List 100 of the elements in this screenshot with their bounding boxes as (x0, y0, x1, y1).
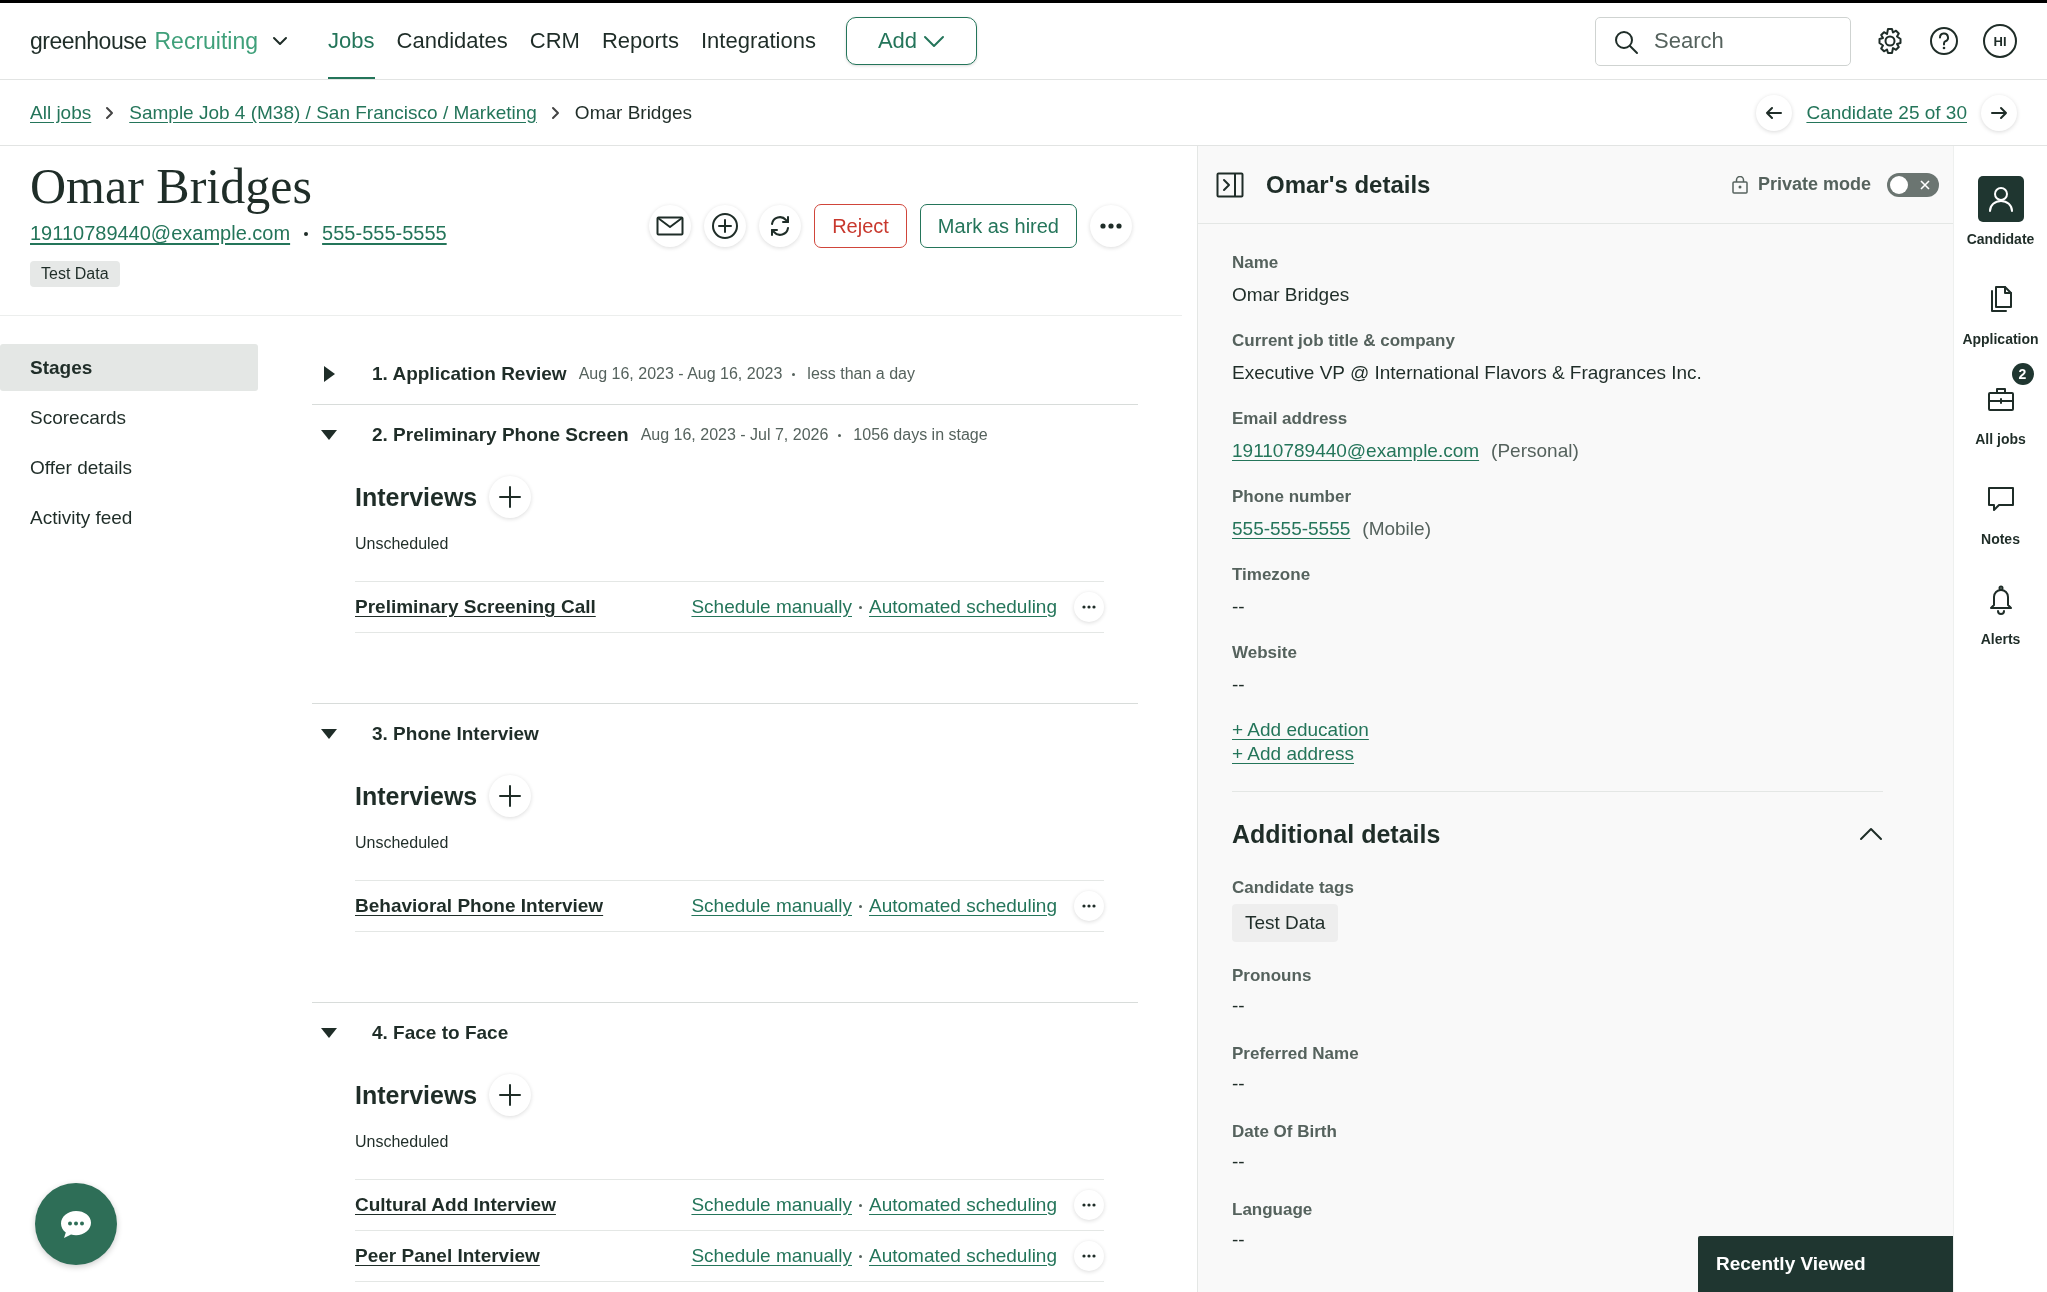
product-logo[interactable]: greenhouse Recruiting (30, 27, 289, 55)
separator-dot (838, 433, 842, 437)
nav-link[interactable]: Jobs (328, 3, 375, 79)
chat-button[interactable] (35, 1183, 117, 1265)
field-note: (Personal) (1491, 439, 1579, 463)
email-link[interactable]: 19110789440@example.com (30, 222, 291, 245)
interview-name-link[interactable]: Preliminary Screening Call (355, 596, 596, 618)
add-interview-button[interactable] (489, 1074, 532, 1116)
email-button[interactable] (649, 205, 692, 247)
automated-scheduling-link[interactable]: Automated scheduling (869, 596, 1057, 618)
rail-tab[interactable]: Application (1955, 260, 2046, 356)
envelope-icon (656, 216, 685, 236)
more-icon (1100, 223, 1122, 229)
stage-title[interactable]: 4. Face to Face (372, 1022, 509, 1044)
candidate-name: Omar Bridges (30, 157, 313, 216)
nav-link[interactable]: CRM (529, 3, 580, 79)
add-button[interactable]: Add (845, 17, 977, 65)
field-link[interactable]: 555-555-5555 (1232, 515, 1351, 543)
rail-tab[interactable]: Notes (1955, 460, 2046, 556)
more-icon (1082, 904, 1096, 908)
breadcrumb-link[interactable]: Sample Job 4 (M38) / San Francisco / Marketing (129, 101, 537, 124)
rail-tab[interactable]: Alerts (1955, 560, 2046, 656)
rail-tab[interactable]: 2 All jobs (1955, 360, 2046, 456)
stage-title[interactable]: 3. Phone Interview (372, 723, 539, 745)
schedule-manually-link[interactable]: Schedule manually (691, 1245, 852, 1267)
interview-name-link[interactable]: Cultural Add Interview (355, 1194, 556, 1216)
field-value: -- (1232, 1072, 1245, 1096)
field-value: Omar Bridges (1232, 283, 1350, 307)
field-value: -- (1232, 1228, 1245, 1252)
separator-dot (859, 904, 862, 908)
next-button[interactable] (1981, 94, 2017, 131)
field-label: Timezone (1232, 564, 1312, 586)
side-nav-item[interactable]: Offer details (30, 444, 258, 491)
reject-button[interactable]: Reject (814, 204, 907, 248)
phone-link[interactable]: 555-555-5555 (322, 222, 447, 245)
field-label: Pronouns (1232, 965, 1313, 987)
schedule-manually-link[interactable]: Schedule manually (691, 895, 852, 917)
breadcrumb-link[interactable]: All jobs (30, 101, 92, 124)
field-note: (Mobile) (1362, 517, 1431, 541)
interview-name-link[interactable]: Peer Panel Interview (355, 1245, 540, 1267)
nav-link[interactable]: Candidates (396, 3, 508, 79)
automated-scheduling-link[interactable]: Automated scheduling (869, 1245, 1057, 1267)
plus-circle-icon (711, 212, 740, 240)
side-nav-item[interactable]: Activity feed (30, 494, 258, 541)
nav-link[interactable]: Integrations (701, 3, 816, 79)
chevron-up-icon[interactable] (1859, 827, 1883, 841)
field-value: -- (1232, 994, 1245, 1018)
add-link[interactable]: + Add address (1232, 743, 1354, 765)
mark-as-hired-button[interactable]: Mark as hired (919, 204, 1077, 248)
interview-name-link[interactable]: Behavioral Phone Interview (355, 895, 604, 917)
field-value: Executive VP @ International Flavors & Fragrances Inc. (1232, 361, 1702, 385)
chevron-right-icon (105, 105, 116, 120)
separator-dot (859, 1254, 862, 1258)
field-label: Date Of Birth (1232, 1121, 1338, 1143)
field-value: -- (1232, 595, 1245, 619)
nav-link[interactable]: Reports (601, 3, 679, 79)
count-badge: 2 (2011, 363, 2034, 385)
add-link[interactable]: + Add education (1232, 719, 1369, 741)
search-field[interactable]: Search (1595, 16, 1851, 66)
field-link[interactable]: 19110789440@example.com (1232, 437, 1480, 465)
schedule-manually-link[interactable]: Schedule manually (691, 1194, 852, 1216)
stage-dates: Aug 16, 2023 - Jul 7, 2026 (640, 426, 829, 444)
toggle-label: Private mode (1757, 174, 1871, 195)
recently-viewed-bar[interactable]: Recently Viewed (1698, 1236, 1953, 1292)
rail-tab[interactable]: Candidate (1955, 160, 2046, 256)
add-interview-button[interactable] (489, 476, 532, 518)
field-label: Website (1232, 642, 1298, 664)
chevron-down-icon (272, 36, 289, 46)
previous-button[interactable] (1756, 94, 1793, 131)
candidate-tag: Test Data (30, 261, 120, 287)
stage-duration: less than a day (807, 365, 915, 383)
breadcrumb-current: Omar Bridges (574, 101, 693, 124)
side-nav-item[interactable]: Scorecards (30, 394, 258, 441)
candidate-pager-link[interactable]: Candidate 25 of 30 (1806, 101, 1967, 124)
field-label: Email address (1232, 408, 1349, 430)
stage-title[interactable]: 1. Application Review (372, 363, 567, 385)
field-label: Language (1232, 1199, 1314, 1221)
separator-dot (792, 372, 796, 376)
side-nav-item[interactable]: Stages (0, 344, 258, 391)
field-value: -- (1232, 1150, 1245, 1174)
collapse-panel-icon[interactable] (1216, 171, 1244, 198)
private-mode-toggle[interactable] (1887, 172, 1939, 197)
candidate-tag: Test Data (1232, 904, 1339, 942)
separator-dot (859, 605, 862, 609)
interviews-heading: Interviews (355, 781, 478, 811)
interview-status: Unscheduled (355, 834, 450, 853)
field-value: -- (1232, 673, 1245, 697)
more-icon (1082, 605, 1096, 609)
add-interview-button[interactable] (489, 775, 532, 817)
automated-scheduling-link[interactable]: Automated scheduling (869, 1194, 1057, 1216)
stage-title[interactable]: 2. Preliminary Phone Screen (372, 424, 629, 446)
add-button[interactable] (704, 205, 747, 247)
more-button[interactable] (1090, 205, 1132, 247)
field-label: Current job title & company (1232, 330, 1456, 352)
schedule-manually-link[interactable]: Schedule manually (691, 596, 852, 618)
section-title: Additional details (1232, 819, 1441, 849)
help-icon[interactable] (1929, 26, 1959, 56)
transfer-button[interactable] (759, 205, 802, 247)
user-avatar[interactable]: HI (1983, 24, 2017, 58)
automated-scheduling-link[interactable]: Automated scheduling (869, 895, 1057, 917)
